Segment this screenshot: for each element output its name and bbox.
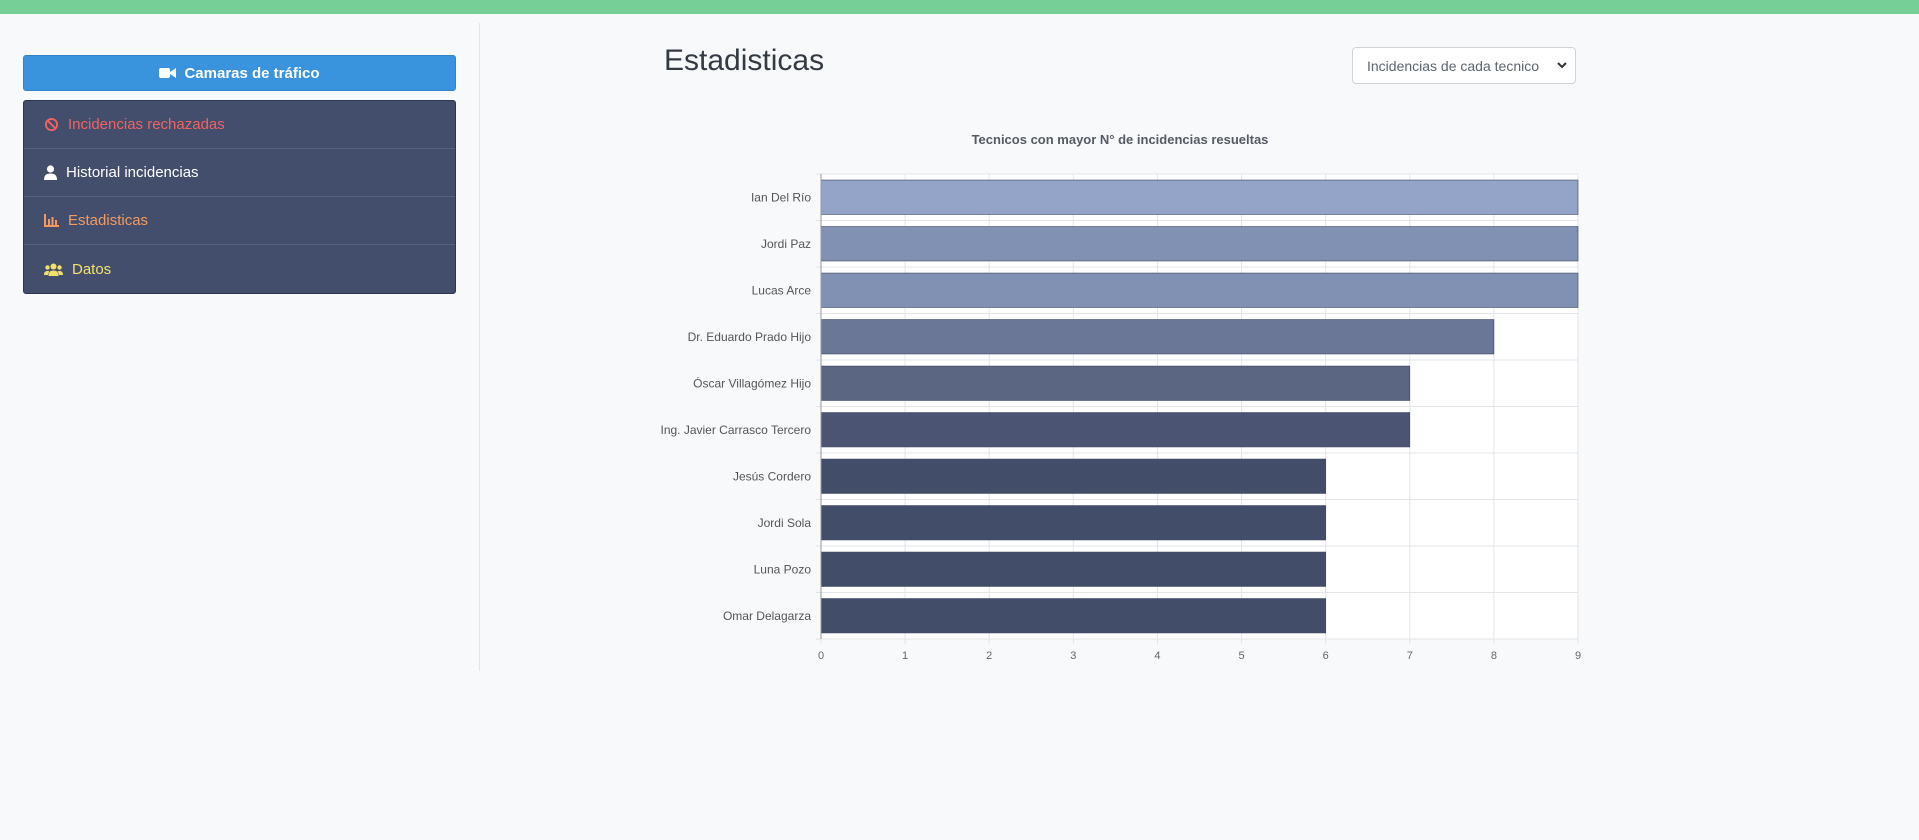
y-category-label: Ing. Javier Carrasco Tercero [660, 423, 811, 437]
sidebar: Camaras de tráfico Incidencias rechazada… [23, 55, 456, 294]
x-tick-label: 8 [1491, 650, 1497, 662]
x-tick-label: 0 [818, 650, 824, 662]
x-tick-label: 5 [1238, 650, 1244, 662]
x-tick-label: 4 [1154, 650, 1160, 662]
y-category-label: Jordi Paz [761, 237, 811, 251]
bar [820, 551, 1326, 587]
plot-area [821, 174, 1578, 639]
bar [820, 226, 1579, 262]
chart-area-icon [44, 214, 59, 227]
sidebar-item-label: Estadisticas [68, 212, 149, 229]
y-category-label: Dr. Eduardo Prado Hijo [688, 330, 812, 344]
y-category-label: Óscar Villagómez Hijo [693, 375, 811, 390]
traffic-cameras-label: Camaras de tráfico [184, 64, 320, 82]
bar [820, 365, 1411, 401]
bar [820, 179, 1579, 215]
x-tick-label: 6 [1323, 650, 1329, 662]
x-tick-label: 2 [986, 650, 992, 662]
bar [820, 505, 1326, 541]
x-tick-label: 7 [1407, 650, 1413, 662]
y-category-label: Jesús Cordero [733, 469, 811, 483]
y-category-label: Omar Delagarza [723, 609, 811, 623]
x-tick-label: 1 [902, 650, 908, 662]
x-tick-label: 9 [1575, 650, 1581, 662]
bar [820, 412, 1411, 448]
y-category-label: Luna Pozo [754, 562, 812, 576]
sidebar-item-data[interactable]: Datos [24, 245, 455, 293]
sidebar-item-label: Datos [72, 260, 112, 278]
sidebar-item-label: Historial incidencias [66, 164, 199, 181]
sidebar-item-incident-history[interactable]: Historial incidencias [24, 149, 455, 197]
user-icon [44, 165, 57, 180]
ban-icon [44, 117, 59, 132]
bar [820, 319, 1495, 355]
top-bar [0, 0, 1919, 14]
sidebar-item-rejected-incidents[interactable]: Incidencias rechazadas [24, 101, 455, 149]
sidebar-menu: Incidencias rechazadas Historial inciden… [23, 100, 456, 294]
sidebar-item-label: Incidencias rechazadas [68, 116, 225, 133]
y-category-label: Lucas Arce [752, 283, 812, 297]
chevron-down-icon [1557, 62, 1567, 69]
bar [820, 458, 1326, 494]
statistics-select[interactable]: Incidencias de cada tecnico [1352, 47, 1576, 84]
y-category-label: Ian Del Río [751, 190, 811, 204]
bar [820, 598, 1326, 634]
page-title: Estadisticas [664, 44, 825, 77]
statistics-select-value: Incidencias de cada tecnico [1367, 57, 1539, 74]
sidebar-divider [479, 23, 480, 671]
traffic-cameras-button[interactable]: Camaras de tráfico [23, 55, 456, 91]
chart-title: Tecnicos con mayor N° de incidencias res… [971, 132, 1269, 147]
users-icon [44, 263, 63, 276]
video-camera-icon [159, 67, 177, 79]
bar [820, 272, 1579, 308]
y-category-label: Jordi Sola [758, 516, 812, 530]
sidebar-item-statistics[interactable]: Estadisticas [24, 197, 455, 245]
x-tick-label: 3 [1070, 650, 1076, 662]
